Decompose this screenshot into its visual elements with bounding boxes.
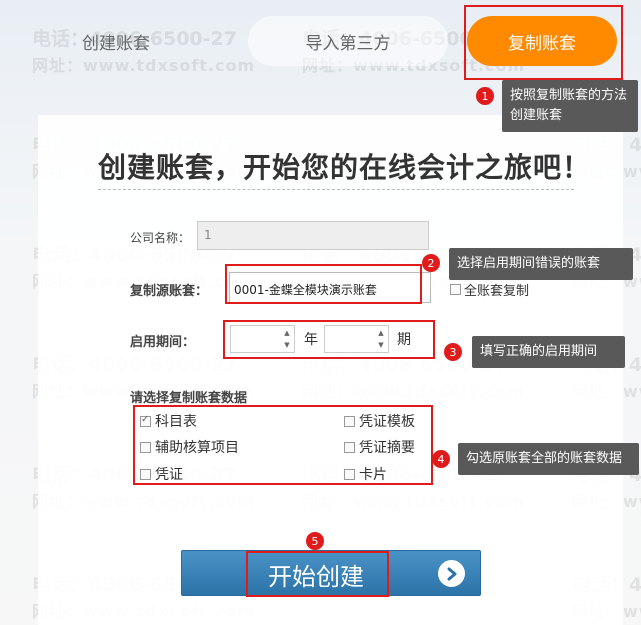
callout: 按照复制账套的方法创建账套 bbox=[502, 80, 638, 132]
step-badge: 1 bbox=[476, 87, 494, 105]
select-data-label: 请选择复制账套数据 bbox=[130, 391, 248, 406]
step-badge: 3 bbox=[444, 343, 462, 361]
tab-import-third-party[interactable]: 导入第三方 bbox=[248, 16, 448, 66]
checkbox-icon[interactable] bbox=[450, 284, 461, 295]
arrow-right-icon[interactable] bbox=[438, 560, 465, 587]
step-badge: 4 bbox=[432, 450, 450, 468]
callout: 勾选原账套全部的账套数据 bbox=[458, 443, 639, 475]
highlight-box bbox=[464, 5, 623, 80]
all-copy-checkbox[interactable]: 全账套复制 bbox=[450, 280, 529, 299]
highlight-box bbox=[223, 320, 435, 359]
highlight-box bbox=[133, 405, 433, 485]
highlight-box bbox=[225, 264, 422, 304]
step-badge: 5 bbox=[306, 532, 324, 550]
start-period-label: 启用期间： bbox=[130, 335, 196, 350]
callout: 选择启用期间错误的账套 bbox=[449, 248, 633, 280]
form-panel bbox=[38, 115, 623, 625]
highlight-box bbox=[246, 551, 389, 597]
all-copy-label: 全账套复制 bbox=[464, 284, 530, 299]
page-title: 创建账套，开始您的在线会计之旅吧！ bbox=[98, 151, 592, 184]
source-account-label: 复制源账套： bbox=[130, 284, 209, 299]
step-badge: 2 bbox=[422, 254, 440, 272]
company-name-input: 1 bbox=[197, 221, 429, 250]
callout: 填写正确的启用期间 bbox=[472, 336, 625, 368]
company-name-label: 公司名称： bbox=[130, 231, 191, 245]
tab-create-account-set[interactable]: 创建账套 bbox=[36, 16, 196, 66]
title-divider bbox=[98, 189, 574, 190]
